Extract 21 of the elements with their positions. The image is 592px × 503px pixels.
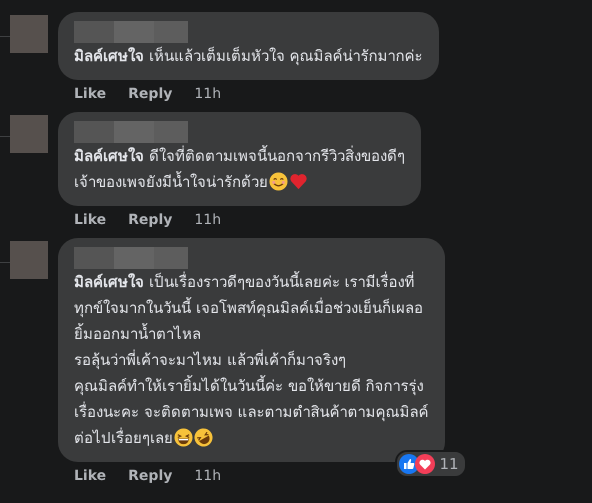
timestamp: 11h bbox=[194, 468, 222, 484]
timestamp: 11h bbox=[194, 212, 222, 228]
like-link[interactable]: Like bbox=[74, 212, 106, 228]
laughing-face-icon bbox=[174, 428, 193, 447]
reply-link[interactable]: Reply bbox=[128, 212, 172, 228]
avatar[interactable] bbox=[10, 15, 48, 53]
reply-link[interactable]: Reply bbox=[128, 86, 172, 102]
comment-text: มิลค์เศษใจ เห็นแล้วเต็มเต็มหัวใจ คุณมิลค์น่ารักมากค่ะ bbox=[74, 46, 423, 68]
comment-text: มิลค์เศษใจ เป็นเรื่องราวดีๆของวันนี้เลยค่ะ เรามีเรื่องที่ ทุกข์ใจมากในวันนี้ เจอโพสท์คุณมิลค์เมื่อช่วงเย็นก็เผลอ ยิ้มออกมาน้ำตาไหล รอลุ้นว่าพี่เค้าจะมาไหม แล้วพี่เค้าก็มาจริงๆ คุณมิลค์ทำให้เรายิ้มได้ในวันนี้ค่ะ ขอให้ขายดี กิจการรุ่ง เรื่องนะคะ จะติดตามเพจ และตามตำสินค้าตามคุณมิลค์ ต่อไปเรื่อยๆเลย bbox=[74, 270, 429, 449]
like-link[interactable]: Like bbox=[74, 468, 106, 484]
comment-text: มิลค์เศษใจ ดีใจที่ติดตามเพจนี้นอกจากรีวิวสิ่งของดีๆ เจ้าของเพจยังมีน้ำใจน่ารักด้วย bbox=[74, 144, 405, 193]
reaction-count: 11 bbox=[439, 455, 459, 473]
smiling-face-icon bbox=[269, 172, 288, 191]
reply-link[interactable]: Reply bbox=[128, 468, 172, 484]
heart-icon bbox=[289, 172, 308, 191]
avatar[interactable] bbox=[10, 115, 48, 153]
reaction-summary[interactable]: 11 bbox=[395, 450, 467, 478]
like-link[interactable]: Like bbox=[74, 86, 106, 102]
timestamp: 11h bbox=[194, 86, 222, 102]
laughing-face-icon bbox=[194, 428, 213, 447]
avatar[interactable] bbox=[10, 241, 48, 279]
